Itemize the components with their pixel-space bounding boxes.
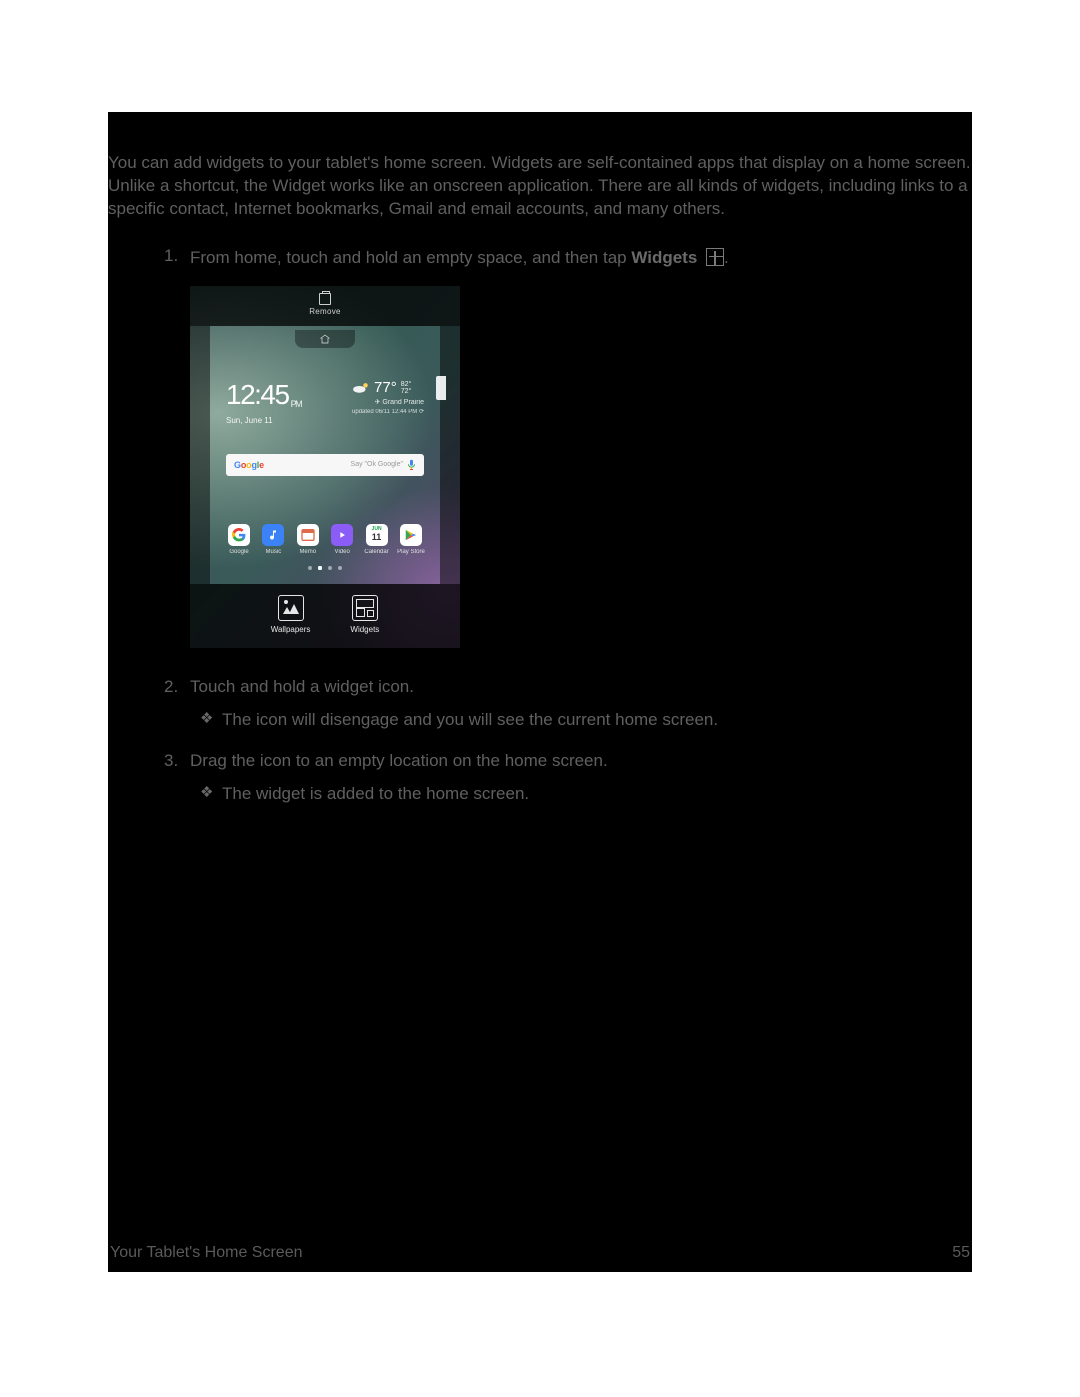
step1-bold: Widgets xyxy=(631,248,697,267)
app-dock: Google Music xyxy=(224,524,426,556)
app-label: Video xyxy=(335,548,350,556)
cloud-sun-icon xyxy=(352,382,370,393)
home-screen-panel: 12:45 PM Sun, June 11 xyxy=(210,332,440,576)
memo-app-icon xyxy=(297,524,319,546)
edge-panel-handle xyxy=(436,376,446,400)
calendar-app-icon: JUN11 xyxy=(366,524,388,546)
screenshot-figure: Remove 12:45 xyxy=(190,286,460,648)
search-hint: Say "Ok Google" xyxy=(351,460,403,469)
next-screen-peek xyxy=(440,326,460,584)
widgets-option-label: Widgets xyxy=(350,625,379,636)
step-number: 2. xyxy=(164,676,190,699)
app-memo: Memo xyxy=(293,524,323,556)
video-app-icon xyxy=(331,524,353,546)
step1-post: . xyxy=(724,248,729,267)
trash-icon xyxy=(319,293,331,305)
step-body: From home, touch and hold an empty space… xyxy=(190,245,972,666)
step-body: Touch and hold a widget icon. xyxy=(190,676,972,699)
temp-high: 82° xyxy=(401,381,412,388)
clock-date: Sun, June 11 xyxy=(226,416,301,427)
wallpapers-option: Wallpapers xyxy=(271,595,311,636)
step-2: 2. Touch and hold a widget icon. xyxy=(164,676,972,699)
app-label: Google xyxy=(229,548,248,556)
temp-low: 72° xyxy=(401,388,412,395)
mic-icon xyxy=(407,459,416,471)
step-1: 1. From home, touch and hold an empty sp… xyxy=(164,245,972,666)
ordered-steps: 1. From home, touch and hold an empty sp… xyxy=(108,221,972,806)
clock-time: 12:45 PM xyxy=(226,376,301,414)
remove-label: Remove xyxy=(309,307,341,318)
footer-title: Your Tablet's Home Screen xyxy=(110,1242,303,1264)
weather-updated: updated 06/11 12:44 PM ⟳ xyxy=(352,408,424,416)
intro-paragraph: You can add widgets to your tablet's hom… xyxy=(108,112,972,221)
app-label: Music xyxy=(266,548,282,556)
google-search-bar: Google Say "Ok Google" xyxy=(226,454,424,476)
time-ampm: PM xyxy=(291,398,302,410)
google-logo: Google xyxy=(234,459,264,471)
page-footer: Your Tablet's Home Screen 55 xyxy=(108,1242,972,1264)
temperature: 77° xyxy=(374,378,397,398)
wallpapers-icon xyxy=(278,595,304,621)
app-video: Video xyxy=(327,524,357,556)
remove-bar: Remove xyxy=(190,286,460,326)
page-indicator xyxy=(210,566,440,570)
wallpapers-label: Wallpapers xyxy=(271,625,311,636)
time-value: 12:45 xyxy=(226,376,289,414)
app-label: Memo xyxy=(299,548,316,556)
widgets-icon xyxy=(706,248,724,266)
step-3: 3. Drag the icon to an empty location on… xyxy=(164,750,972,773)
step1-pre: From home, touch and hold an empty space… xyxy=(190,248,631,267)
sub-text: The widget is added to the home screen. xyxy=(222,783,972,806)
app-playstore: Play Store xyxy=(396,524,426,556)
intro-text: You can add widgets to your tablet's hom… xyxy=(108,152,972,221)
sub-text: The icon will disengage and you will see… xyxy=(222,709,972,732)
app-calendar: JUN11 Calendar xyxy=(362,524,392,556)
app-google: Google xyxy=(224,524,254,556)
step-number: 3. xyxy=(164,750,190,773)
playstore-app-icon xyxy=(400,524,422,546)
home-icon xyxy=(319,333,331,345)
previous-screen-peek xyxy=(190,326,210,584)
page-number: 55 xyxy=(952,1242,970,1264)
app-label: Calendar xyxy=(364,548,388,556)
step-body: Drag the icon to an empty location on th… xyxy=(190,750,972,773)
weather-row: 77° 82° 72° xyxy=(352,378,424,398)
bullet-icon: ❖ xyxy=(200,709,222,732)
home-indicator xyxy=(295,330,355,348)
step-3-sub: ❖ The widget is added to the home screen… xyxy=(200,783,972,806)
music-app-icon xyxy=(262,524,284,546)
step-2-sub: ❖ The icon will disengage and you will s… xyxy=(200,709,972,732)
bullet-icon: ❖ xyxy=(200,783,222,806)
clock-weather-widget: 12:45 PM Sun, June 11 xyxy=(226,376,424,427)
step-number: 1. xyxy=(164,245,190,268)
google-app-icon xyxy=(228,524,250,546)
home-edit-options: Wallpapers Widgets xyxy=(190,584,460,648)
app-music: Music xyxy=(258,524,288,556)
widgets-option-icon xyxy=(352,595,378,621)
weather-location: ✈ Grand Prairie xyxy=(352,398,424,407)
app-label: Play Store xyxy=(397,548,425,556)
widgets-option: Widgets xyxy=(350,595,379,636)
